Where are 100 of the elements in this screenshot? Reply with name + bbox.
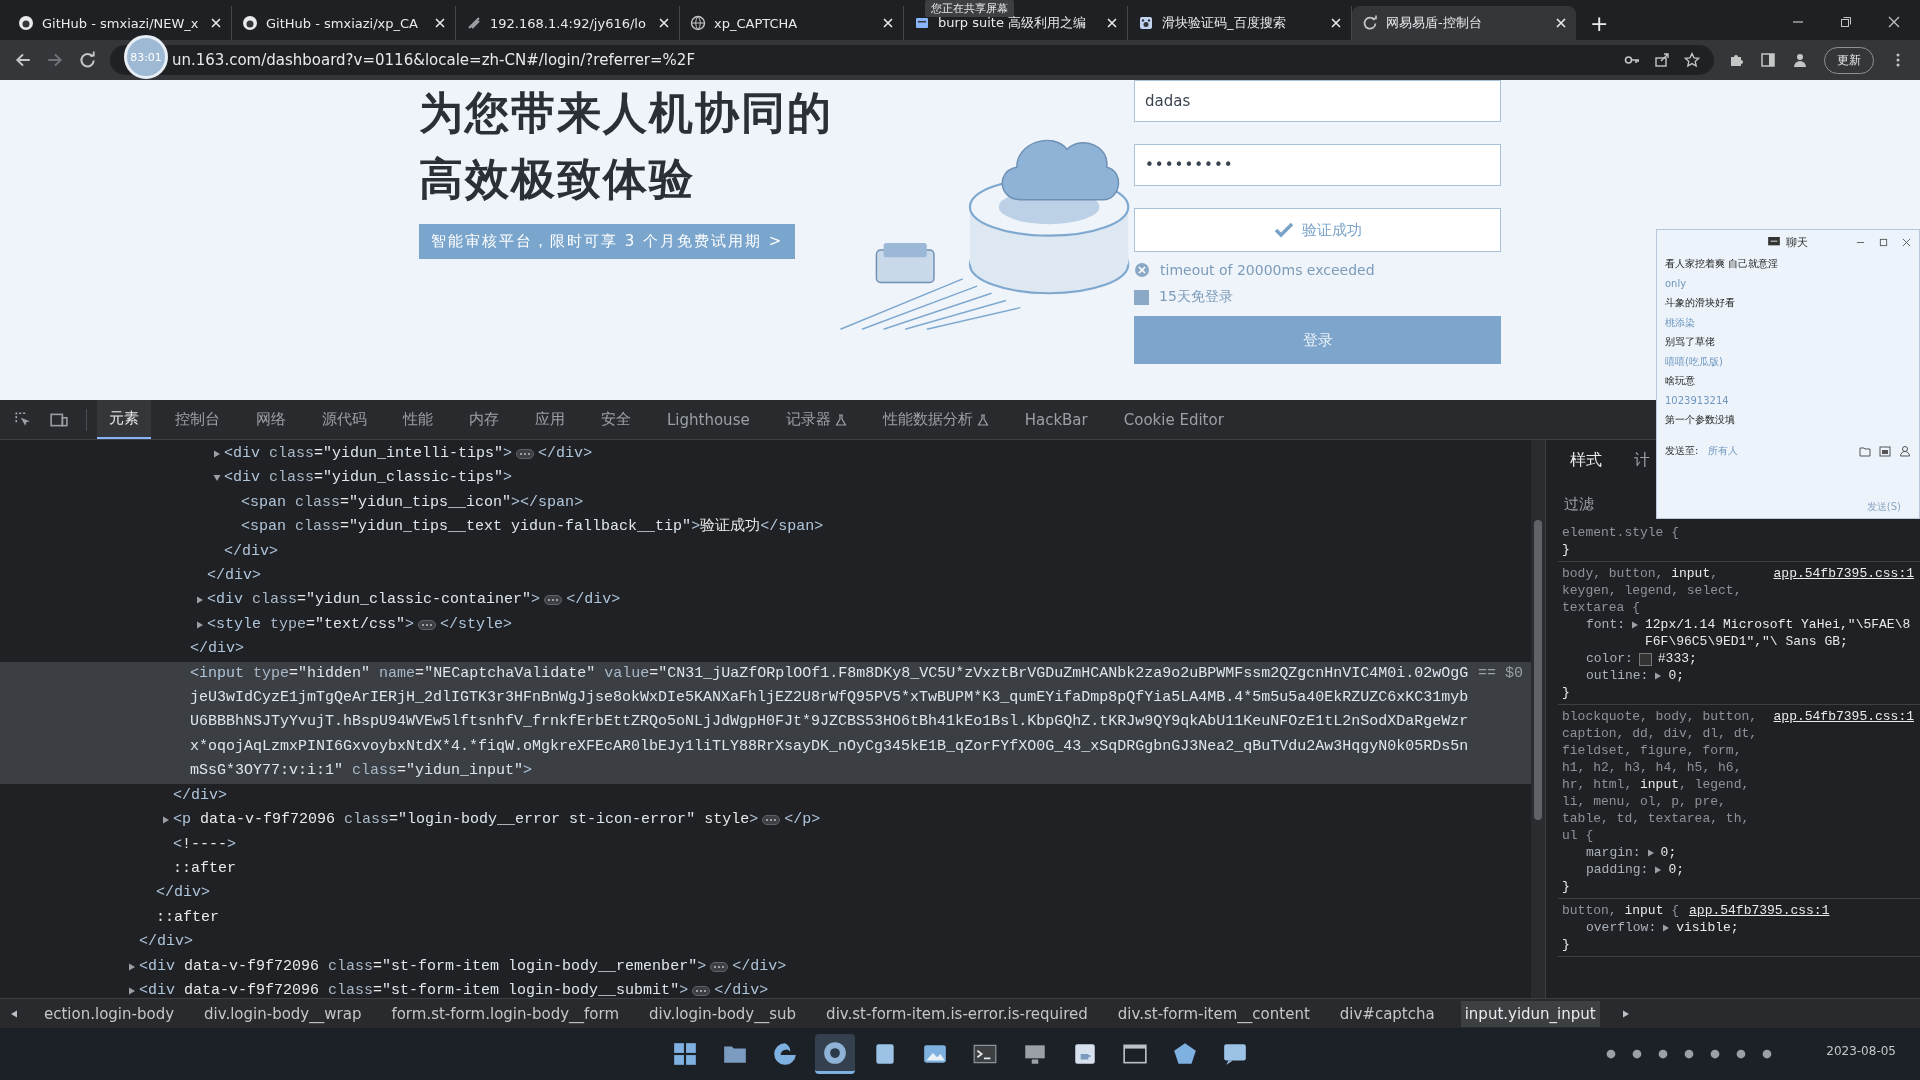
disclosure-triangle-icon[interactable] [213,474,221,483]
expand-triangle-icon[interactable] [1662,924,1671,932]
share-icon[interactable] [1654,52,1670,68]
person-icon[interactable] [1899,444,1911,457]
dom-tree-row[interactable]: <div data-v-f9f72096 class="st-form-item login-body__remenber"> </div> [0,954,1531,979]
disclosure-triangle-icon[interactable] [128,986,136,995]
dom-tree-row[interactable]: <div class="yidun_classic-tips"> [0,466,1531,491]
checkbox-label: 15天免登录 [1159,288,1233,306]
tab-title: 192.168.1.4:92/jy616/lo [490,15,647,31]
disclosure-triangle-icon[interactable] [213,450,221,458]
dom-tree-row[interactable]: ::after [0,856,1531,882]
puzzle-piece-icon[interactable] [1728,52,1744,68]
dom-tree-row[interactable]: <div class="yidun_classic-container"> </div> [0,588,1531,613]
dom-tree-row[interactable]: <p data-v-f9f72096 class="login-body__error st-icon-error" style> </p> [0,808,1531,833]
new-tab-button[interactable]: + [1576,11,1623,40]
password-field[interactable]: ••••••••• [1134,144,1501,186]
disclosure-triangle-icon[interactable] [196,620,204,629]
code-text: </div> [139,932,194,953]
maximize-icon[interactable] [1879,237,1888,247]
tab-title: GitHub - smxiazi/NEW_x [42,15,200,31]
ellipsis-icon[interactable] [692,985,711,996]
css-value: 0; [1668,667,1685,684]
styles-tab[interactable]: 计 [1628,446,1656,475]
breadcrumb[interactable]: form.st-form.login-body__form [387,1000,624,1027]
devtools-tab[interactable]: 性能数据分析 [870,400,1001,439]
devtools-tab[interactable]: 记录器 [773,400,859,439]
tab-title: GitHub - smxiazi/xp_CA [266,15,419,31]
dom-tree-row[interactable]: <div data-v-f9f72096 class="st-form-item login-body__submit"> </div> [0,978,1531,998]
star-icon[interactable] [1684,52,1700,68]
disclosure-triangle-icon[interactable] [196,596,204,605]
code-text: <p data-v-f9f72096 class="login-body__error st-icon-error" style> [173,810,759,831]
code-text: </div> [156,883,211,904]
stylesheet-link[interactable]: app.54fb7395.css:1 [1689,902,1830,919]
devtools-tab[interactable]: 安全 [589,400,643,439]
browser-tab[interactable]: 网易易盾-控制台 [1352,6,1576,40]
code-text: <!----> [173,834,237,855]
profile-icon[interactable] [1792,52,1808,68]
chat-message: 斗象的滑块好看 [1665,296,1736,310]
css-selector: body, button, input, keygen, legend, select, textarea { [1562,565,1743,616]
breadcrumb[interactable]: div.st-form-item__content [1113,1000,1314,1027]
scroll-right-icon[interactable] [1621,1009,1630,1018]
chat-icon [1222,1041,1248,1067]
scrollbar-thumb[interactable] [1534,520,1542,820]
code-text: <style type="text/css"> [207,614,415,635]
disclosure-triangle-icon[interactable] [162,816,170,825]
styles-tab[interactable]: 样式 [1564,446,1608,475]
devtools-tab[interactable]: 元素 [97,400,151,439]
ellipsis-icon[interactable] [544,595,563,606]
expand-triangle-icon[interactable] [1654,672,1663,680]
username-field[interactable]: dadas [1134,80,1501,122]
ellipsis-icon[interactable] [762,815,781,826]
dom-tree-row[interactable]: <!----> [0,832,1531,857]
color-swatch[interactable] [1638,653,1652,666]
calendar-icon[interactable] [1879,444,1891,457]
stylesheet-link[interactable]: app.54fb7395.css:1 [1773,708,1914,725]
scroll-left-icon[interactable] [10,1009,18,1018]
devtools-tab[interactable]: 内存 [457,400,511,439]
css-property: font: [1586,616,1625,633]
folder-icon[interactable] [1859,444,1871,457]
restore-icon[interactable] [1840,16,1852,28]
code-text: <span class="yidun_tips__icon"></span> [241,492,584,513]
breadcrumb[interactable]: div.st-form-item.is-error.is-required [822,1000,1092,1027]
expand-triangle-icon[interactable] [1631,621,1639,629]
reload-icon[interactable] [78,51,96,69]
breadcrumb[interactable]: div#captcha [1335,1000,1439,1027]
chat-message: 啥玩意 [1665,374,1696,388]
devtools-tab[interactable]: 控制台 [163,400,232,439]
checkbox[interactable] [1134,289,1149,305]
breadcrumb[interactable]: input.yidun_input [1460,1000,1600,1027]
devtools-tab[interactable]: 应用 [523,400,577,439]
dom-tree-row[interactable]: <style type="text/css"> </style> [0,612,1531,638]
code-text: </div> [190,639,245,660]
breadcrumb[interactable]: div.login-body__sub [645,1000,801,1027]
dom-tree-row[interactable]: <span class="yidun_tips__icon"></span> [0,490,1531,516]
dom-tree-row[interactable]: <span class="yidun_tips__text yidun-fallback__tip">验证成功</span> [0,515,1531,540]
breadcrumb[interactable]: ection.login-body [40,1000,179,1027]
code-text: <div class="yidun_classic-container"> [207,590,541,611]
code-text: <div class="yidun_intelli-tips"> [224,444,513,464]
dom-tree-row[interactable] [0,661,1531,784]
disclosure-triangle-icon[interactable] [128,962,136,971]
forward-arrow-icon[interactable] [46,51,64,69]
ellipsis-icon[interactable] [418,619,437,630]
devtools-tab[interactable]: Cookie Editor [1111,400,1236,439]
stylesheet-link[interactable]: app.54fb7395.css:1 [1773,565,1914,582]
css-value: #333; [1657,650,1697,667]
ellipsis-icon[interactable] [516,449,535,459]
dom-tree-row[interactable]: ::after [0,905,1531,931]
ellipsis-icon[interactable] [710,961,729,972]
side-panel-icon[interactable] [1760,52,1776,68]
chat-message: 第一个参数没填 [1665,413,1736,427]
devtools-tab[interactable]: HackBar [1012,400,1100,439]
css-property: color: [1586,650,1633,667]
reload-icon [1362,15,1378,31]
devtools-tab[interactable]: 源代码 [310,400,379,439]
devtools-tab[interactable]: 网络 [244,400,298,439]
devtools-tab[interactable]: Lighthouse [655,400,762,439]
back-arrow-icon[interactable] [14,51,32,69]
devtools-tab[interactable]: 性能 [391,400,445,439]
breadcrumb[interactable]: div.login-body__wrap [200,1000,366,1027]
dom-tree-row[interactable]: <div class="yidun_intelli-tips"> </div> [0,442,1531,467]
